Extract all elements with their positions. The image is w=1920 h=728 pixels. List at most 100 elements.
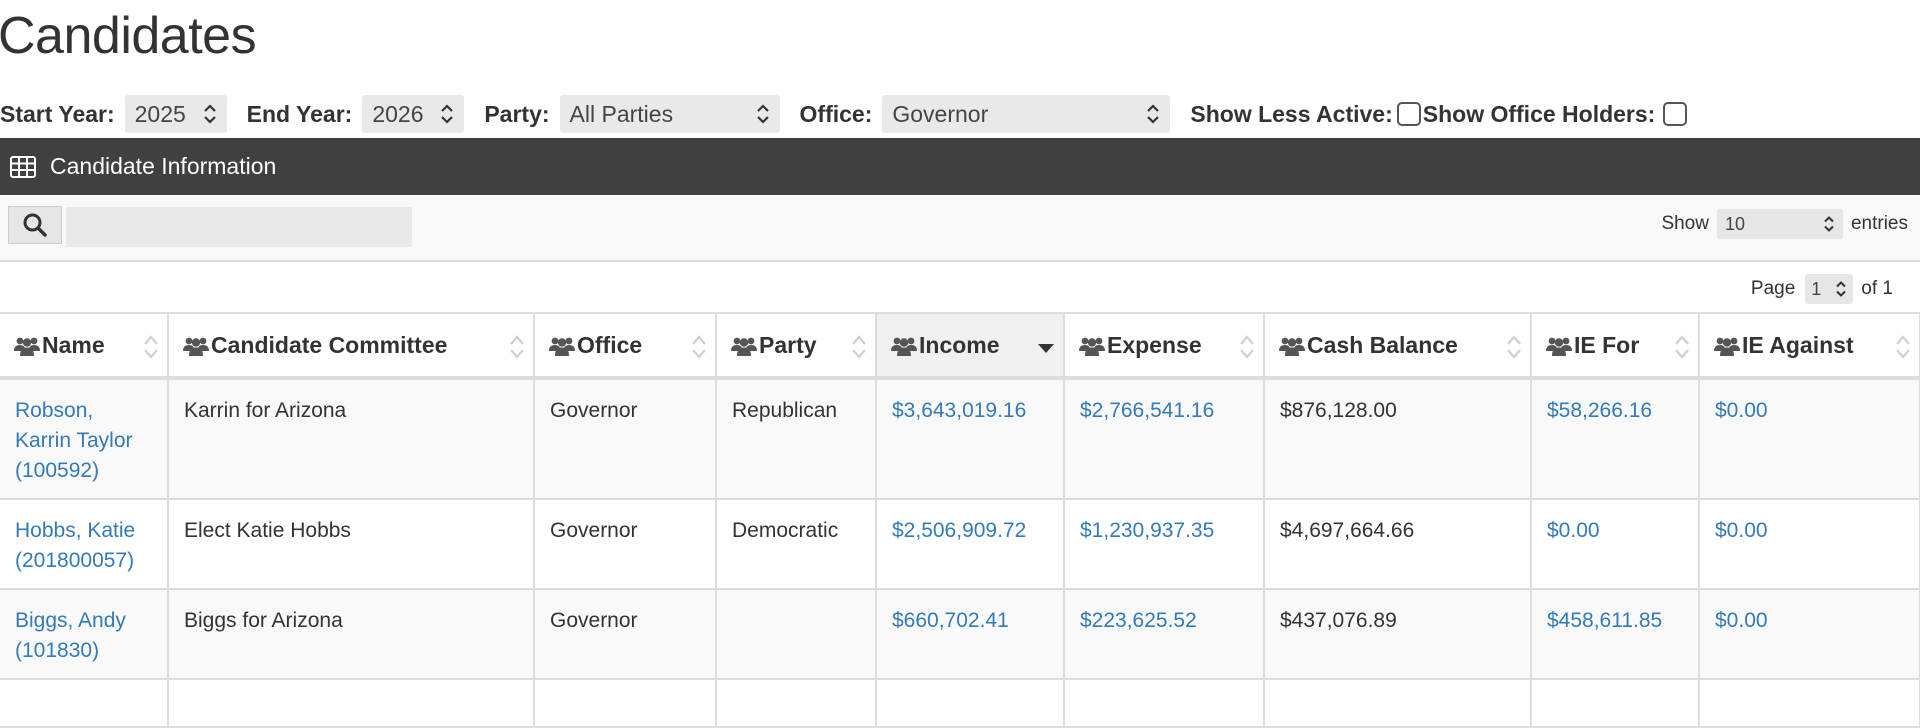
table-row: Hobbs, Katie (201800057) Elect Katie Hobb… <box>0 499 1920 590</box>
column-header-ie-for[interactable]: IE For <box>1531 314 1700 380</box>
search-icon <box>23 213 47 237</box>
group-icon <box>1714 337 1740 356</box>
ie-for-link[interactable]: $58,266.16 <box>1547 399 1652 422</box>
column-header-label: Income <box>919 331 1000 358</box>
ie-for-link[interactable]: $458,611.85 <box>1547 609 1662 632</box>
show-label: Show <box>1661 213 1709 234</box>
column-header-name[interactable]: Name <box>0 314 169 380</box>
cell-cash-balance: $4,697,664.66 <box>1264 499 1532 590</box>
ie-for-link[interactable]: $0.00 <box>1547 519 1600 542</box>
sort-both-icon <box>852 335 866 359</box>
group-icon <box>183 337 209 356</box>
cell-ie-against: $0.00 <box>1699 589 1920 680</box>
income-link[interactable]: $2,506,909.72 <box>892 519 1026 542</box>
sort-both-icon <box>1896 335 1910 359</box>
pagination-row: Page 1 of 1 <box>0 262 1920 314</box>
ie-against-link[interactable]: $0.00 <box>1715 399 1768 422</box>
sort-both-icon <box>144 335 158 359</box>
income-link[interactable]: $3,643,019.16 <box>892 399 1026 422</box>
party-select[interactable]: All Parties <box>559 95 780 133</box>
sort-both-icon <box>1675 335 1689 359</box>
start-year-value: 2025 <box>134 100 186 127</box>
party-label: Party: <box>484 100 550 127</box>
updown-chevron-icon <box>756 104 769 124</box>
sort-both-icon <box>692 335 706 359</box>
candidate-link[interactable]: Hobbs, Katie (201800057) <box>15 519 135 572</box>
page-title: Candidates <box>0 7 257 65</box>
cell-cash-balance: $437,076.89 <box>1264 589 1532 680</box>
less-active-checkbox[interactable] <box>1396 102 1421 126</box>
updown-chevron-icon <box>203 104 216 124</box>
office-label: Office: <box>799 100 873 127</box>
search-input[interactable] <box>66 207 412 247</box>
table-toolbar: Show 10 entries <box>0 195 1920 262</box>
cell-income: $3,643,019.16 <box>876 378 1065 500</box>
expense-link[interactable]: $223,625.52 <box>1080 609 1197 632</box>
page-number: 1 <box>1811 278 1822 299</box>
search-button[interactable] <box>8 206 62 244</box>
column-header-label: Expense <box>1107 331 1202 358</box>
panel-title: Candidate Information <box>50 153 277 179</box>
cell-expense: $1,230,937.35 <box>1064 499 1265 590</box>
office-select[interactable]: Governor <box>882 95 1171 133</box>
sort-desc-icon <box>1038 344 1054 353</box>
filter-bar: Start Year: 2025 End Year: 2026 Party: A… <box>0 94 1688 134</box>
cell-empty <box>1531 679 1700 728</box>
cell-committee: Karrin for Arizona <box>168 378 535 500</box>
page-length-select[interactable]: 10 <box>1716 209 1843 239</box>
column-header-label: IE For <box>1574 331 1640 358</box>
panel-header: Candidate Information <box>0 138 1920 195</box>
candidate-name-part: Karrin Taylor <box>15 429 133 452</box>
group-icon <box>14 337 40 356</box>
updown-chevron-icon <box>1836 281 1847 297</box>
cell-committee: Biggs for Arizona <box>168 589 535 680</box>
page-select[interactable]: 1 <box>1805 274 1854 304</box>
page-length-control: Show 10 entries <box>1661 209 1908 239</box>
start-year-select[interactable]: 2025 <box>124 95 227 133</box>
end-year-select[interactable]: 2026 <box>362 95 465 133</box>
column-header-label: Name <box>42 331 105 358</box>
column-header-label: Candidate Committee <box>211 331 448 358</box>
sort-both-icon <box>1240 335 1254 359</box>
cell-name: Biggs, Andy (101830) <box>0 589 169 680</box>
table-header-row: Name Candidate Committee Office Party In… <box>0 314 1920 380</box>
column-header-label: Party <box>759 331 817 358</box>
updown-chevron-icon <box>1824 216 1834 232</box>
sort-both-icon <box>510 335 524 359</box>
income-link[interactable]: $660,702.41 <box>892 609 1009 632</box>
office-holders-checkbox[interactable] <box>1663 102 1688 126</box>
cell-office: Governor <box>534 378 717 500</box>
table-icon <box>10 155 36 178</box>
group-icon <box>549 337 575 356</box>
office-holders-label: Show Office Holders: <box>1422 100 1656 127</box>
candidate-link[interactable]: Biggs, Andy (101830) <box>15 609 126 662</box>
group-icon <box>1546 337 1572 356</box>
cell-income: $2,506,909.72 <box>876 499 1065 590</box>
updown-chevron-icon <box>1147 104 1160 124</box>
cell-name: Hobbs, Katie (201800057) <box>0 499 169 590</box>
candidate-id: (101830) <box>15 639 100 662</box>
ie-against-link[interactable]: $0.00 <box>1715 519 1768 542</box>
cell-expense: $2,766,541.16 <box>1064 378 1265 500</box>
cell-party <box>716 589 877 680</box>
cell-party: Democratic <box>716 499 877 590</box>
start-year-label: Start Year: <box>0 100 115 127</box>
cell-ie-against: $0.00 <box>1699 378 1920 500</box>
group-icon <box>1279 337 1305 356</box>
cell-empty <box>716 679 877 728</box>
expense-link[interactable]: $2,766,541.16 <box>1080 399 1214 422</box>
column-header-expense[interactable]: Expense <box>1064 314 1265 380</box>
candidate-name-part: Robson, <box>15 399 94 422</box>
column-header-ie-against[interactable]: IE Against <box>1699 314 1920 380</box>
column-header-office[interactable]: Office <box>534 314 717 380</box>
ie-against-link[interactable]: $0.00 <box>1715 609 1768 632</box>
end-year-label: End Year: <box>246 100 353 127</box>
column-header-committee[interactable]: Candidate Committee <box>168 314 535 380</box>
column-header-party[interactable]: Party <box>716 314 877 380</box>
cell-name: Robson, Karrin Taylor (100592) <box>0 378 169 500</box>
candidate-link[interactable]: Robson, Karrin Taylor (100592) <box>15 399 133 482</box>
cell-expense: $223,625.52 <box>1064 589 1265 680</box>
expense-link[interactable]: $1,230,937.35 <box>1080 519 1214 542</box>
column-header-income[interactable]: Income <box>876 314 1065 380</box>
column-header-cash-balance[interactable]: Cash Balance <box>1264 314 1532 380</box>
